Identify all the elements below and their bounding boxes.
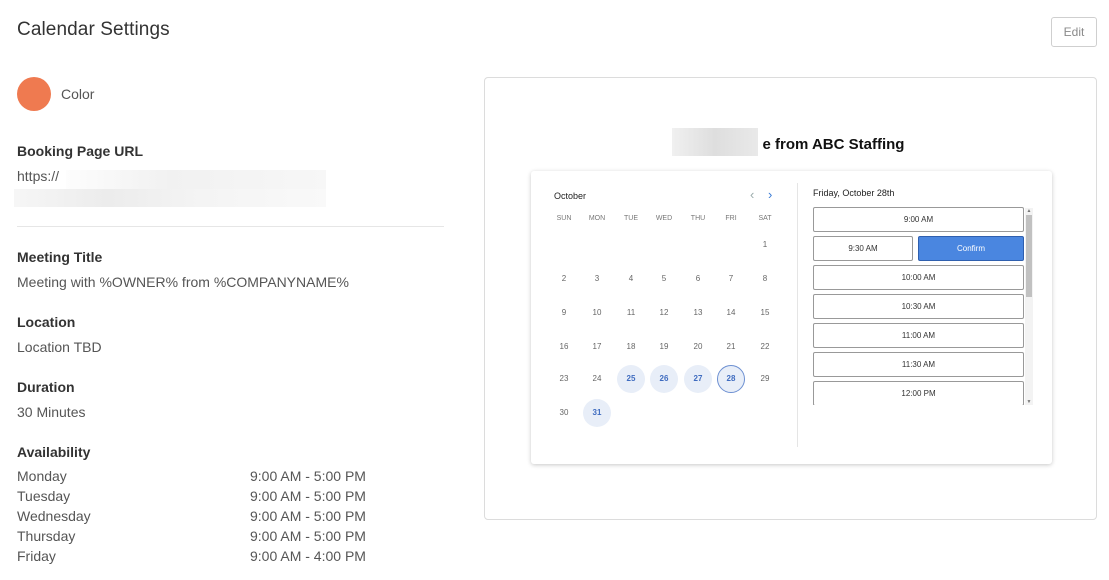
- weekday-label: WED: [655, 215, 673, 222]
- calendar-day-29: 29: [760, 374, 770, 383]
- calendar-day-4: 4: [628, 274, 634, 283]
- availability-day: Friday: [17, 548, 56, 564]
- calendar-day-18: 18: [626, 342, 636, 351]
- time-slot[interactable]: 9:30 AM: [813, 236, 913, 261]
- availability-table: Monday 9:00 AM - 5:00 PM Tuesday 9:00 AM - …: [17, 468, 387, 568]
- calendar-day-12: 12: [659, 308, 669, 317]
- calendar-day-27[interactable]: 27: [684, 365, 712, 393]
- location-value: Location TBD: [17, 339, 102, 355]
- calendar-day-28[interactable]: 28: [717, 365, 745, 393]
- calendar-day-20: 20: [693, 342, 703, 351]
- time-slot[interactable]: 11:30 AM: [813, 352, 1024, 377]
- availability-row: Friday 9:00 AM - 4:00 PM: [17, 548, 387, 568]
- calendar-day-7: 7: [728, 274, 734, 283]
- calendar-day-16: 16: [559, 342, 569, 351]
- availability-row: Monday 9:00 AM - 5:00 PM: [17, 468, 387, 488]
- location-label: Location: [17, 314, 76, 330]
- availability-row: Wednesday 9:00 AM - 5:00 PM: [17, 508, 387, 528]
- calendar-pane: October ‹ › SUN MON TUE WED THU FRI SAT 1 2 3 4 5 6 7…: [531, 171, 798, 464]
- calendar-day-1: 1: [762, 240, 768, 249]
- redacted-url-part-2: [14, 189, 326, 207]
- availability-hours: 9:00 AM - 5:00 PM: [250, 468, 366, 484]
- calendar-day-13: 13: [693, 308, 703, 317]
- calendar-day-15: 15: [760, 308, 770, 317]
- availability-hours: 9:00 AM - 4:00 PM: [250, 548, 366, 564]
- weekday-label: SUN: [556, 215, 572, 222]
- calendar-day-17: 17: [592, 342, 602, 351]
- booking-url-value: https://: [17, 168, 60, 184]
- duration-value: 30 Minutes: [17, 404, 86, 420]
- time-slot[interactable]: 10:30 AM: [813, 294, 1024, 319]
- page-title: Calendar Settings: [17, 19, 170, 40]
- calendar-day-26[interactable]: 26: [650, 365, 678, 393]
- scrollbar-thumb[interactable]: [1026, 215, 1032, 297]
- availability-day: Tuesday: [17, 488, 71, 504]
- availability-hours: 9:00 AM - 5:00 PM: [250, 508, 366, 524]
- calendar-day-11: 11: [626, 308, 636, 317]
- calendar-day-22: 22: [760, 342, 770, 351]
- time-slot[interactable]: 11:00 AM: [813, 323, 1024, 348]
- booking-widget: October ‹ › SUN MON TUE WED THU FRI SAT 1 2 3 4 5 6 7…: [531, 171, 1052, 464]
- calendar-day-31[interactable]: 31: [583, 399, 611, 427]
- time-slot[interactable]: 9:00 AM: [813, 207, 1024, 232]
- weekday-label: TUE: [624, 215, 638, 222]
- calendar-month: October: [554, 191, 587, 201]
- chevron-right-icon[interactable]: ›: [768, 187, 772, 202]
- meeting-title-label: Meeting Title: [17, 249, 103, 265]
- calendar-day-9: 9: [561, 308, 567, 317]
- color-label: Color: [61, 86, 95, 102]
- color-swatch: [17, 77, 51, 111]
- calendar-day-24: 24: [592, 374, 602, 383]
- time-slot-list: 9:00 AM Confirm 9:30 AM 10:00 AM 10:30 AM 11:…: [813, 207, 1025, 405]
- scroll-down-icon[interactable]: ▼: [1025, 399, 1033, 405]
- availability-hours: 9:00 AM - 5:00 PM: [250, 488, 366, 504]
- calendar-day-30: 30: [559, 408, 569, 417]
- calendar-day-10: 10: [592, 308, 602, 317]
- calendar-day-3: 3: [594, 274, 600, 283]
- time-slot-pane: Friday, October 28th 9:00 AM Confirm 9:30 …: [813, 171, 1043, 464]
- duration-label: Duration: [17, 379, 75, 395]
- confirm-button[interactable]: Confirm: [918, 236, 1024, 261]
- redacted-title-part: [672, 128, 758, 156]
- availability-day: Monday: [17, 468, 67, 484]
- weekday-label: MON: [588, 215, 606, 222]
- calendar-day-5: 5: [661, 274, 667, 283]
- time-slot[interactable]: 10:00 AM: [813, 265, 1024, 290]
- availability-day: Wednesday: [17, 508, 91, 524]
- time-slot[interactable]: 12:00 PM: [813, 381, 1024, 405]
- chevron-left-icon[interactable]: ‹: [750, 187, 754, 202]
- availability-hours: 9:00 AM - 5:00 PM: [250, 528, 366, 544]
- calendar-day-19: 19: [659, 342, 669, 351]
- availability-day: Thursday: [17, 528, 76, 544]
- preview-title: e from ABC Staffing: [485, 136, 1096, 153]
- booking-url-label: Booking Page URL: [17, 143, 144, 159]
- booking-preview-panel: e from ABC Staffing October ‹ › SUN MON TU…: [484, 77, 1097, 520]
- calendar-day-14: 14: [726, 308, 736, 317]
- edit-button[interactable]: Edit: [1051, 17, 1097, 47]
- preview-title-text: e from ABC Staffing: [762, 136, 905, 153]
- scroll-up-icon[interactable]: ▲: [1025, 208, 1033, 214]
- calendar-day-6: 6: [695, 274, 701, 283]
- calendar-day-2: 2: [561, 274, 567, 283]
- availability-row: Tuesday 9:00 AM - 5:00 PM: [17, 488, 387, 508]
- color-row: Color: [17, 77, 94, 111]
- section-divider: [17, 226, 444, 227]
- meeting-title-value: Meeting with %OWNER% from %COMPANYNAME%: [17, 274, 349, 290]
- calendar-day-25[interactable]: 25: [617, 365, 645, 393]
- redacted-url-part-1: [66, 170, 326, 190]
- calendar-day-8: 8: [762, 274, 768, 283]
- calendar-day-23: 23: [559, 374, 569, 383]
- widget-separator: [797, 183, 798, 447]
- weekday-label: THU: [690, 215, 706, 222]
- weekday-label: FRI: [725, 215, 737, 222]
- calendar-day-21: 21: [726, 342, 736, 351]
- selected-date-label: Friday, October 28th: [813, 188, 895, 198]
- availability-row: Thursday 9:00 AM - 5:00 PM: [17, 528, 387, 548]
- weekday-label: SAT: [758, 215, 772, 222]
- availability-label: Availability: [17, 444, 91, 460]
